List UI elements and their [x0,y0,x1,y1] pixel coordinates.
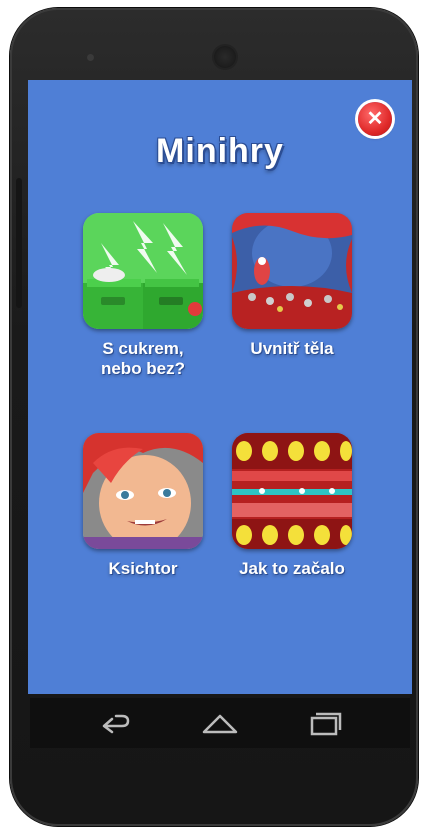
front-sensor [87,54,94,61]
home-button[interactable] [200,708,240,738]
home-icon [202,714,238,734]
game-thumbnail-body [232,213,352,329]
game-label-body: Uvnitř těla [250,339,334,358]
game-tile-sugar[interactable]: S cukrem, nebo bez? [68,213,218,379]
game-tile-beginning[interactable]: Jak to začalo [217,433,367,579]
recents-icon [310,712,342,736]
game-tile-face[interactable]: Ksichtor [68,433,218,579]
game-label-beginning: Jak to začalo [239,559,345,578]
earpiece-speaker [214,46,236,68]
game-label-face: Ksichtor [108,559,178,578]
game-thumbnail-face [83,433,203,549]
app-screen: ✕ Minihry S cukrem, nebo bez? Uvnitř těl… [28,80,412,694]
back-icon [102,714,130,734]
game-tile-body[interactable]: Uvnitř těla [217,213,367,359]
game-label-sugar: S cukrem, nebo bez? [100,339,186,378]
page-title: Minihry [156,132,284,170]
recents-button[interactable] [306,708,346,738]
back-button[interactable] [94,708,134,738]
android-navbar [30,698,410,748]
game-thumbnail-sugar [83,213,203,329]
game-thumbnail-beginning [232,433,352,549]
side-button [16,178,22,308]
close-button[interactable]: ✕ [358,102,392,136]
close-icon: ✕ [366,108,384,130]
